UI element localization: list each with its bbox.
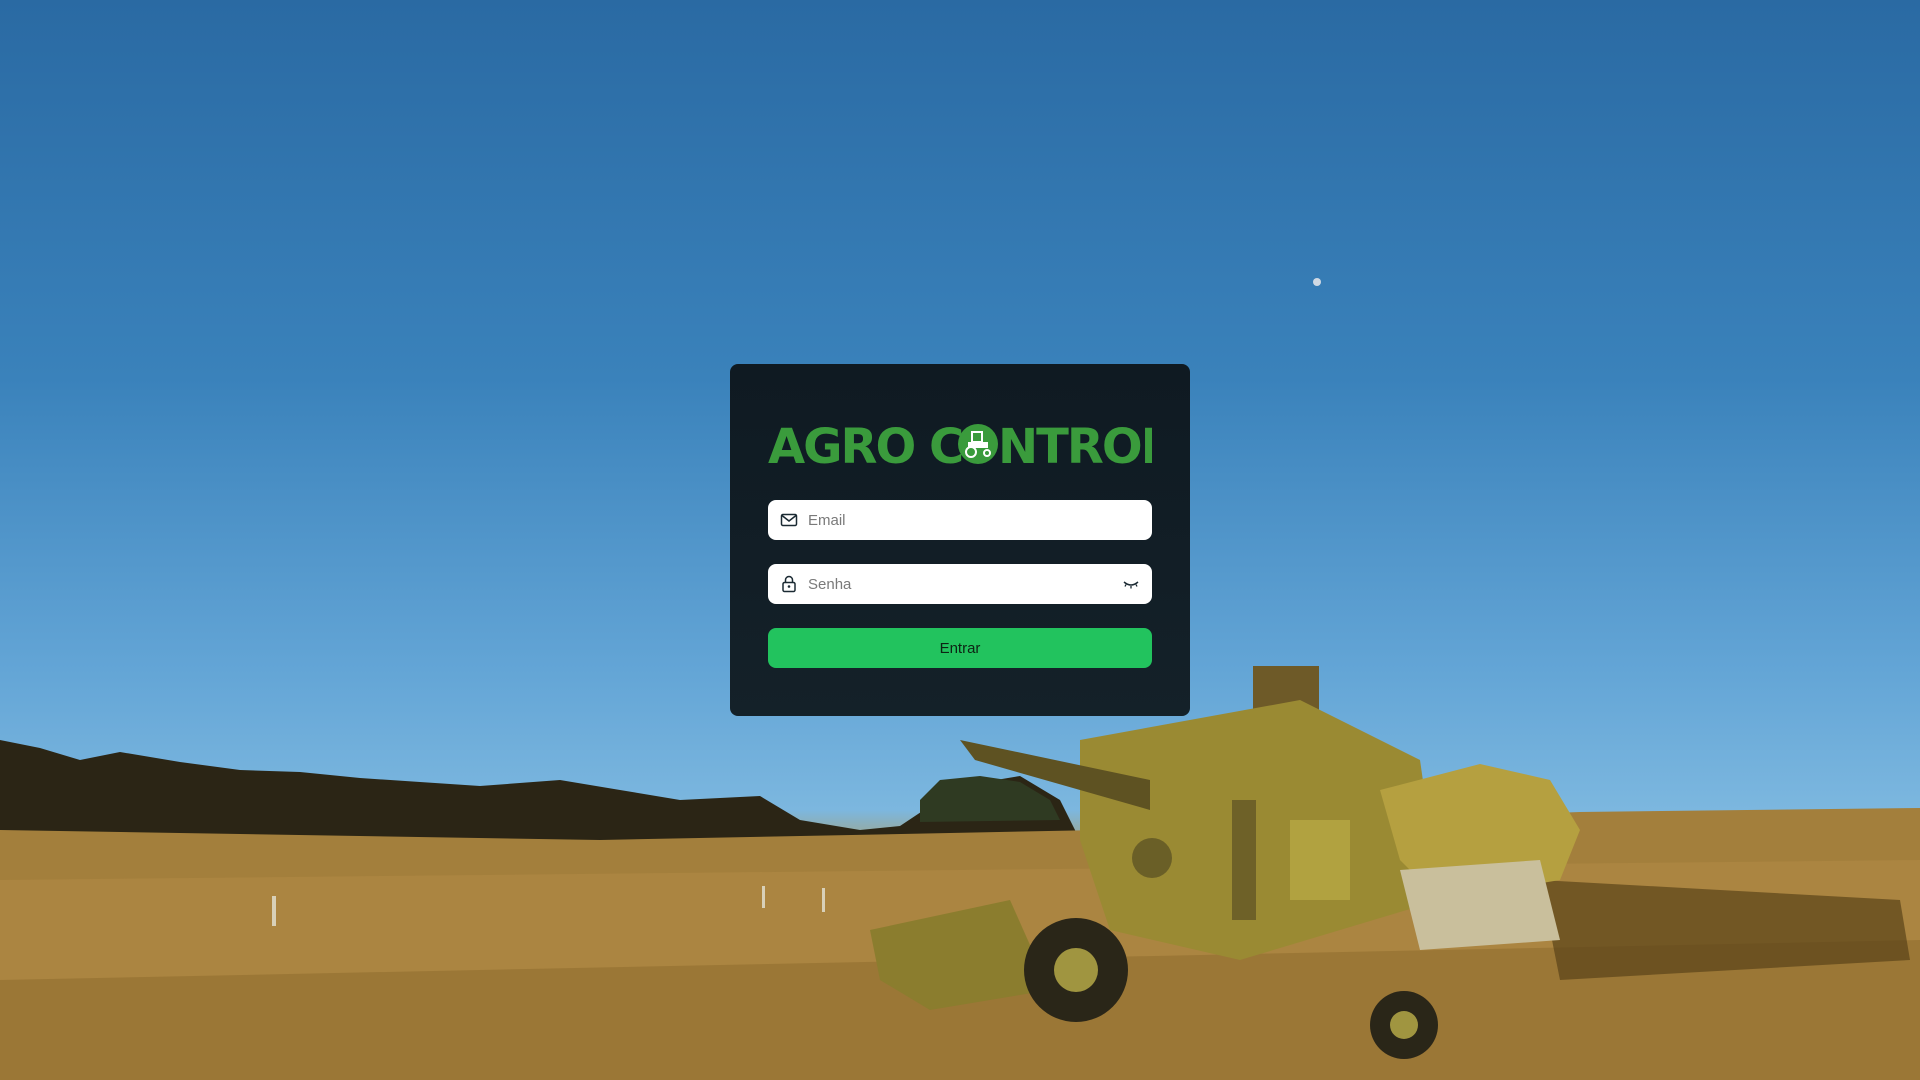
login-card: AGRO C NTROL Entrar [730, 364, 1190, 716]
email-field[interactable] [768, 500, 1152, 540]
logo-text-right: NTROL [998, 419, 1152, 472]
eye-closed-icon[interactable] [1122, 576, 1140, 592]
email-input[interactable] [808, 500, 1108, 540]
logo-text-left: AGRO C [768, 419, 962, 472]
moon [1313, 278, 1321, 286]
lock-icon [782, 575, 796, 593]
password-input[interactable] [808, 564, 1108, 604]
tree-clump [920, 776, 1060, 822]
login-button[interactable]: Entrar [768, 628, 1152, 668]
mail-icon [780, 513, 798, 527]
tractor-icon [958, 424, 998, 464]
agro-control-logo: AGRO C NTROL [768, 419, 1152, 472]
password-field[interactable] [768, 564, 1152, 604]
